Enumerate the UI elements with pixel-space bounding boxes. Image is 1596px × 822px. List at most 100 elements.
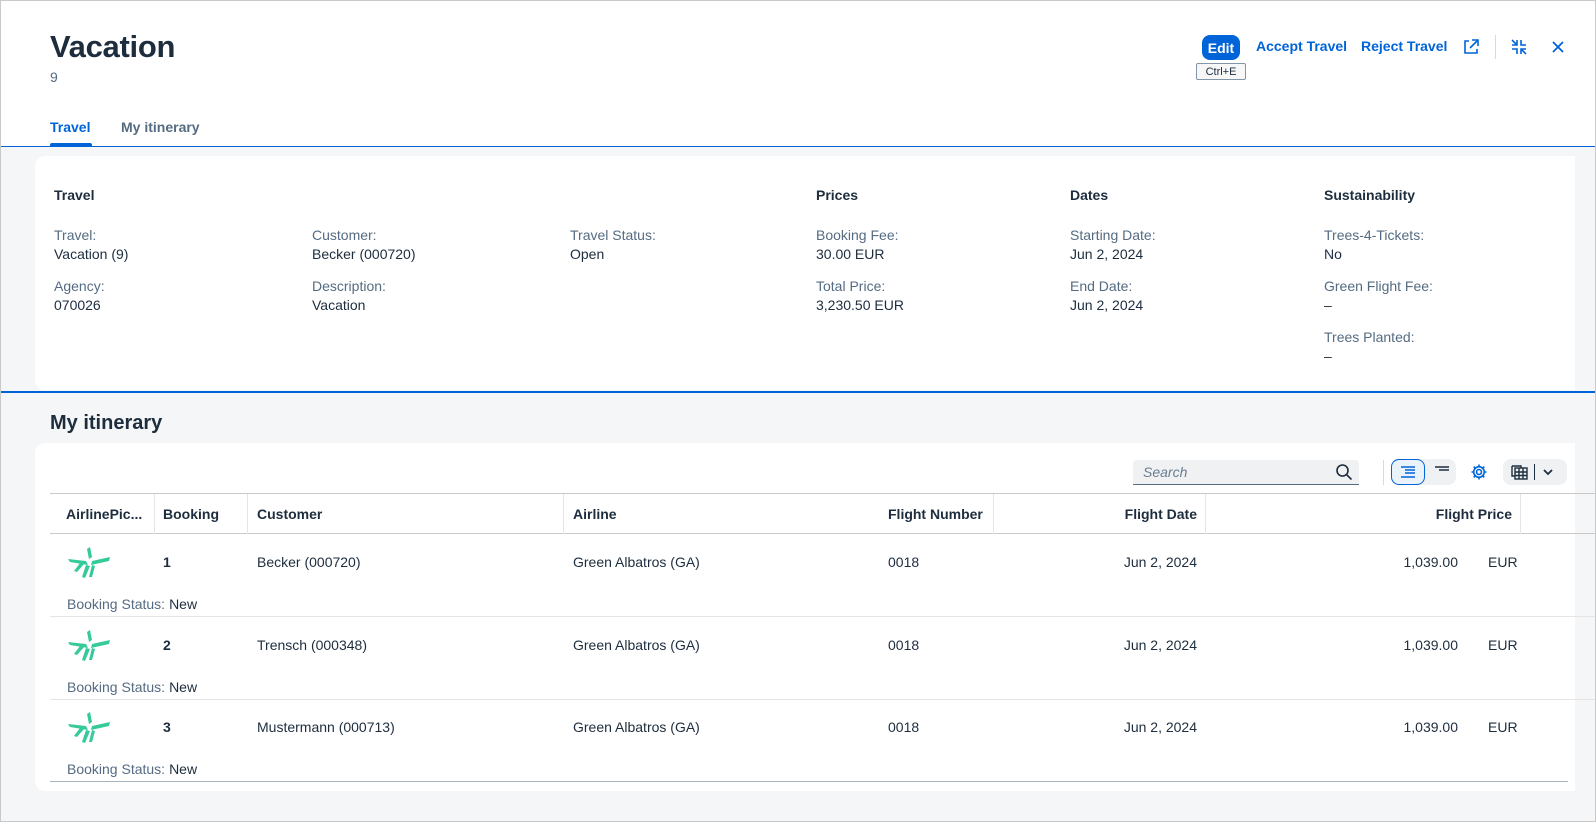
search-input[interactable]: Search: [1133, 460, 1359, 485]
booking-number: 2: [163, 637, 171, 653]
header-actions-separator: [1495, 35, 1496, 59]
column-separator: [563, 494, 564, 534]
total-price-value: 3,230.50 EUR: [816, 297, 904, 313]
table-header: AirlinePic... Booking Customer Airline F…: [50, 493, 1595, 534]
customer-cell: Becker (000720): [257, 554, 361, 570]
collapse-icon[interactable]: [1509, 37, 1529, 57]
sustainability-group-title: Sustainability: [1324, 187, 1416, 203]
booking-fee-value: 30.00 EUR: [816, 246, 885, 262]
description-value: Vacation: [312, 297, 366, 313]
travel-group-title: Travel: [54, 187, 95, 203]
booking-status-label: Booking Status:: [67, 679, 166, 695]
agency-label: Agency:: [54, 278, 105, 294]
page-subtitle: 9: [50, 69, 58, 85]
trees-planted-label: Trees Planted:: [1324, 329, 1415, 345]
prices-group-title: Prices: [816, 187, 859, 203]
export-spreadsheet-icon[interactable]: [1509, 463, 1531, 481]
booking-fee-label: Booking Fee:: [816, 227, 899, 243]
airline-logo-icon: [66, 710, 112, 744]
tab-travel[interactable]: Travel: [50, 119, 90, 135]
column-header-flight-date[interactable]: Flight Date: [994, 494, 1205, 534]
column-header-airline-picture[interactable]: AirlinePic...: [58, 494, 162, 534]
edit-shortcut-tooltip: Ctrl+E: [1196, 63, 1246, 80]
column-header-customer[interactable]: Customer: [249, 494, 565, 534]
column-header-flight-price[interactable]: Flight Price: [1206, 494, 1520, 534]
trees-4-tickets-label: Trees-4-Tickets:: [1324, 227, 1425, 243]
flight-price-cell: 1,039.00: [1403, 719, 1459, 735]
column-header-airline[interactable]: Airline: [565, 494, 875, 534]
booking-status-value: New: [169, 596, 198, 612]
end-date-label: End Date:: [1070, 278, 1133, 294]
customer-cell: Trensch (000348): [257, 637, 367, 653]
settings-gear-icon[interactable]: [1469, 462, 1489, 482]
export-menu: [1503, 459, 1567, 485]
currency-cell: EUR: [1488, 554, 1518, 570]
flight-date-cell: Jun 2, 2024: [1123, 554, 1197, 570]
booking-status-label: Booking Status:: [67, 596, 166, 612]
share-icon[interactable]: [1461, 37, 1481, 57]
booking-status-value: New: [169, 761, 198, 777]
trees-planted-value: –: [1324, 348, 1332, 364]
active-tab-indicator: [50, 143, 92, 146]
end-date-value: Jun 2, 2024: [1070, 297, 1144, 313]
close-icon[interactable]: [1548, 37, 1568, 57]
customer-cell: Mustermann (000713): [257, 719, 395, 735]
chevron-down-icon[interactable]: [1541, 465, 1557, 479]
expand-rows-icon[interactable]: [1391, 459, 1425, 485]
booking-status: Booking Status: New: [67, 596, 197, 612]
flight-price-cell: 1,039.00: [1403, 637, 1459, 653]
currency-cell: EUR: [1488, 637, 1518, 653]
table-bottom-border: [50, 781, 1568, 782]
airline-cell: Green Albatros (GA): [573, 637, 700, 653]
booking-number: 3: [163, 719, 171, 735]
starting-date-label: Starting Date:: [1070, 227, 1156, 243]
accept-travel-button[interactable]: Accept Travel: [1256, 38, 1347, 54]
total-price-label: Total Price:: [816, 278, 886, 294]
airline-logo-icon: [66, 628, 112, 662]
column-header-flight-number[interactable]: Flight Number: [880, 494, 995, 534]
airline-logo-icon: [66, 545, 112, 579]
search-placeholder: Search: [1143, 464, 1188, 480]
column-header-booking[interactable]: Booking: [155, 494, 248, 534]
trees-4-tickets-value: No: [1324, 246, 1342, 262]
agency-value: 070026: [54, 297, 101, 313]
green-flight-fee-value: –: [1324, 297, 1332, 313]
itinerary-section-title: My itinerary: [50, 412, 163, 434]
travel-status-label: Travel Status:: [570, 227, 656, 243]
booking-status-value: New: [169, 679, 198, 695]
column-separator: [1520, 494, 1521, 534]
booking-status: Booking Status: New: [67, 761, 197, 777]
currency-cell: EUR: [1488, 719, 1518, 735]
view-mode-toggle: [1391, 459, 1456, 485]
dates-group-title: Dates: [1070, 187, 1109, 203]
header-divider: [1, 391, 1595, 393]
table-row[interactable]: 3 Mustermann (000713) Green Albatros (GA…: [50, 699, 1595, 782]
flight-number-cell: 0018: [888, 719, 920, 735]
reject-travel-button[interactable]: Reject Travel: [1361, 38, 1447, 54]
airline-cell: Green Albatros (GA): [573, 719, 700, 735]
toolbar-separator: [1383, 460, 1384, 485]
flight-date-cell: Jun 2, 2024: [1123, 719, 1197, 735]
booking-status-label: Booking Status:: [67, 761, 166, 777]
column-separator: [247, 494, 248, 534]
flight-number-cell: 0018: [888, 554, 920, 570]
flight-price-cell: 1,039.00: [1403, 554, 1459, 570]
booking-status: Booking Status: New: [67, 679, 197, 695]
page-title: Vacation: [50, 29, 176, 64]
collapse-rows-icon[interactable]: [1427, 459, 1456, 485]
customer-label: Customer:: [312, 227, 377, 243]
export-split-divider: [1534, 464, 1535, 480]
search-icon[interactable]: [1335, 463, 1353, 481]
flight-number-cell: 0018: [888, 637, 920, 653]
tab-my-itinerary[interactable]: My itinerary: [121, 119, 200, 135]
table-row[interactable]: 2 Trensch (000348) Green Albatros (GA) 0…: [50, 617, 1595, 700]
object-page: Vacation 9 Edit Ctrl+E Accept Travel Rej…: [0, 0, 1596, 822]
table-row[interactable]: 1 Becker (000720) Green Albatros (GA) 00…: [50, 534, 1595, 617]
anchor-bar: Travel My itinerary: [1, 111, 1595, 147]
green-flight-fee-label: Green Flight Fee:: [1324, 278, 1433, 294]
booking-number: 1: [163, 554, 171, 570]
airline-cell: Green Albatros (GA): [573, 554, 700, 570]
travel-value: Vacation (9): [54, 246, 129, 262]
flight-date-cell: Jun 2, 2024: [1123, 637, 1197, 653]
edit-button[interactable]: Edit: [1202, 35, 1240, 60]
